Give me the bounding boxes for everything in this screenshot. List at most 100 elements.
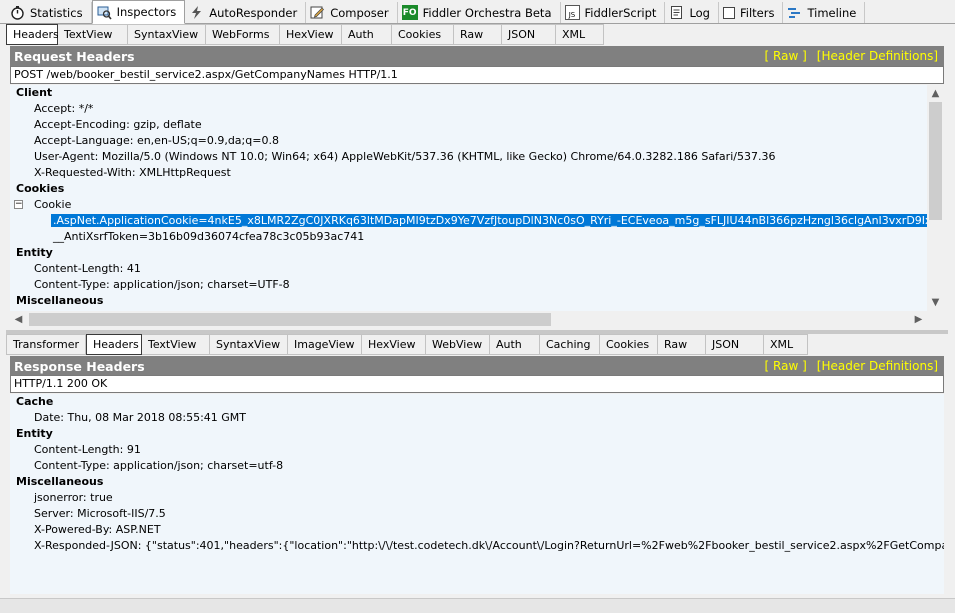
- script-icon: JS: [564, 5, 580, 20]
- request-vertical-scrollbar[interactable]: ▲ ▼: [927, 85, 944, 311]
- tab-timeline[interactable]: Timeline: [783, 2, 866, 23]
- header-accept-encoding[interactable]: Accept-Encoding: gzip, deflate: [34, 117, 202, 133]
- request-line[interactable]: POST /web/booker_bestil_service2.aspx/Ge…: [10, 66, 944, 84]
- tab-label: Timeline: [807, 5, 857, 20]
- response-headers-title: Response Headers: [14, 358, 145, 374]
- scroll-left-icon[interactable]: ◀: [10, 311, 27, 328]
- req-tab-auth[interactable]: Auth: [342, 24, 392, 45]
- request-headers-title: Request Headers: [14, 48, 135, 64]
- group-miscellaneous[interactable]: Miscellaneous: [16, 474, 103, 490]
- header-content-type[interactable]: Content-Type: application/json; charset=…: [34, 458, 283, 474]
- req-tab-webforms[interactable]: WebForms: [206, 24, 280, 45]
- header-server[interactable]: Server: Microsoft-IIS/7.5: [34, 506, 166, 522]
- compose-icon: [310, 5, 325, 20]
- req-tab-headers[interactable]: Headers: [6, 24, 59, 45]
- tab-label: Statistics: [30, 5, 83, 20]
- tab-composer[interactable]: Composer: [306, 2, 398, 23]
- header-x-powered-by[interactable]: X-Powered-By: ASP.NET: [34, 522, 161, 538]
- tab-label: AutoResponder: [209, 5, 298, 20]
- group-miscellaneous[interactable]: Miscellaneous: [16, 293, 103, 309]
- resp-tab-auth[interactable]: Auth: [490, 334, 540, 355]
- response-status-line[interactable]: HTTP/1.1 200 OK: [10, 375, 944, 393]
- resp-tab-headers[interactable]: Headers: [86, 334, 142, 355]
- group-entity[interactable]: Entity: [16, 426, 53, 442]
- resp-tab-textview[interactable]: TextView: [142, 334, 210, 355]
- log-icon: [669, 5, 684, 20]
- tab-statistics[interactable]: Statistics: [6, 2, 92, 23]
- header-jsonerror[interactable]: jsonerror: true: [34, 490, 113, 506]
- response-header-definitions-link[interactable]: [Header Definitions]: [817, 359, 938, 373]
- resp-tab-transformer[interactable]: Transformer: [6, 334, 86, 355]
- request-header-definitions-link[interactable]: [Header Definitions]: [817, 49, 938, 63]
- response-tabs: Transformer Headers TextView SyntaxView …: [6, 334, 808, 355]
- tab-log[interactable]: Log: [665, 2, 719, 23]
- header-content-length[interactable]: Content-Length: 41: [34, 261, 141, 277]
- stopwatch-icon: [10, 5, 25, 20]
- resp-tab-xml[interactable]: XML: [764, 334, 808, 355]
- group-cache[interactable]: Cache: [16, 394, 53, 410]
- status-bar: [0, 598, 955, 613]
- tab-inspectors[interactable]: Inspectors: [91, 0, 186, 24]
- header-content-type[interactable]: Content-Type: application/json; charset=…: [34, 277, 290, 293]
- top-tab-strip: Statistics Inspectors AutoResponder Comp…: [0, 0, 955, 24]
- response-raw-link[interactable]: [ Raw ]: [765, 359, 807, 373]
- header-accept[interactable]: Accept: */*: [34, 101, 93, 117]
- tab-fiddlerscript[interactable]: JS FiddlerScript: [561, 2, 666, 23]
- cookie-antixsrf-token[interactable]: __AntiXsrfToken=3b16b09d36074cfea78c3c05…: [53, 229, 364, 245]
- scroll-down-icon[interactable]: ▼: [927, 294, 944, 311]
- resp-tab-hexview[interactable]: HexView: [362, 334, 426, 355]
- group-entity[interactable]: Entity: [16, 245, 53, 261]
- header-accept-language[interactable]: Accept-Language: en,en-US;q=0.9,da;q=0.8: [34, 133, 279, 149]
- resp-tab-cookies[interactable]: Cookies: [600, 334, 658, 355]
- response-headers-tree: Cache Date: Thu, 08 Mar 2018 08:55:41 GM…: [10, 394, 944, 594]
- request-headers-bar: Request Headers [ Raw ] [Header Definiti…: [10, 46, 944, 66]
- req-tab-xml[interactable]: XML: [556, 24, 604, 45]
- req-tab-cookies[interactable]: Cookies: [392, 24, 454, 45]
- resp-tab-caching[interactable]: Caching: [540, 334, 600, 355]
- tab-label: FiddlerScript: [584, 5, 657, 20]
- response-headers-bar: Response Headers [ Raw ] [Header Definit…: [10, 356, 944, 376]
- scroll-right-icon[interactable]: ▶: [910, 311, 927, 328]
- tab-filters[interactable]: Filters: [719, 2, 784, 23]
- resp-tab-syntaxview[interactable]: SyntaxView: [210, 334, 288, 355]
- req-tab-textview[interactable]: TextView: [58, 24, 128, 45]
- req-tab-hexview[interactable]: HexView: [280, 24, 342, 45]
- req-tab-syntaxview[interactable]: SyntaxView: [128, 24, 206, 45]
- scroll-up-icon[interactable]: ▲: [927, 85, 944, 102]
- header-date[interactable]: Date: Thu, 08 Mar 2018 08:55:41 GMT: [34, 410, 246, 426]
- header-content-length[interactable]: Content-Length: 91: [34, 442, 141, 458]
- tab-label: Fiddler Orchestra Beta: [422, 5, 552, 20]
- request-vscroll-thumb[interactable]: [929, 102, 942, 220]
- header-cookie[interactable]: Cookie: [34, 197, 71, 213]
- req-tab-json[interactable]: JSON: [502, 24, 556, 45]
- cookie-aspnet-application[interactable]: .AspNet.ApplicationCookie=4nkE5_x8LMR2Zg…: [51, 213, 928, 229]
- resp-tab-webview[interactable]: WebView: [426, 334, 490, 355]
- header-x-requested-with[interactable]: X-Requested-With: XMLHttpRequest: [34, 165, 231, 181]
- lightning-icon: [189, 5, 204, 20]
- resp-tab-raw[interactable]: Raw: [658, 334, 706, 355]
- timeline-icon: [787, 5, 802, 20]
- resp-tab-json[interactable]: JSON: [706, 334, 764, 355]
- request-headers-tree: Client Accept: */* Accept-Encoding: gzip…: [10, 85, 928, 311]
- tab-fiddler-orchestra[interactable]: FO Fiddler Orchestra Beta: [398, 2, 561, 23]
- group-cookies[interactable]: Cookies: [16, 181, 64, 197]
- group-client[interactable]: Client: [16, 85, 52, 101]
- fo-icon: FO: [401, 5, 418, 20]
- header-user-agent[interactable]: User-Agent: Mozilla/5.0 (Windows NT 10.0…: [34, 149, 775, 165]
- selected-cookie-value: .AspNet.ApplicationCookie=4nkE5_x8LMR2Zg…: [51, 214, 928, 227]
- header-x-responded-json[interactable]: X-Responded-JSON: {"status":401,"headers…: [34, 538, 944, 554]
- req-tab-raw[interactable]: Raw: [454, 24, 502, 45]
- inspect-icon: [97, 5, 112, 20]
- request-tabs: Headers TextView SyntaxView WebForms Hex…: [6, 24, 604, 45]
- tab-label: Composer: [330, 5, 389, 20]
- resp-tab-imageview[interactable]: ImageView: [288, 334, 362, 355]
- request-horizontal-scrollbar[interactable]: ◀ ▶: [10, 311, 928, 328]
- checkbox-icon: [722, 6, 735, 19]
- request-raw-link[interactable]: [ Raw ]: [765, 49, 807, 63]
- tab-autoresponder[interactable]: AutoResponder: [185, 2, 307, 23]
- tab-label: Inspectors: [116, 5, 177, 19]
- collapse-cookie-icon[interactable]: −: [14, 200, 23, 209]
- request-hscroll-thumb[interactable]: [29, 313, 551, 326]
- tab-label: Log: [689, 5, 710, 20]
- tab-label: Filters: [739, 5, 775, 20]
